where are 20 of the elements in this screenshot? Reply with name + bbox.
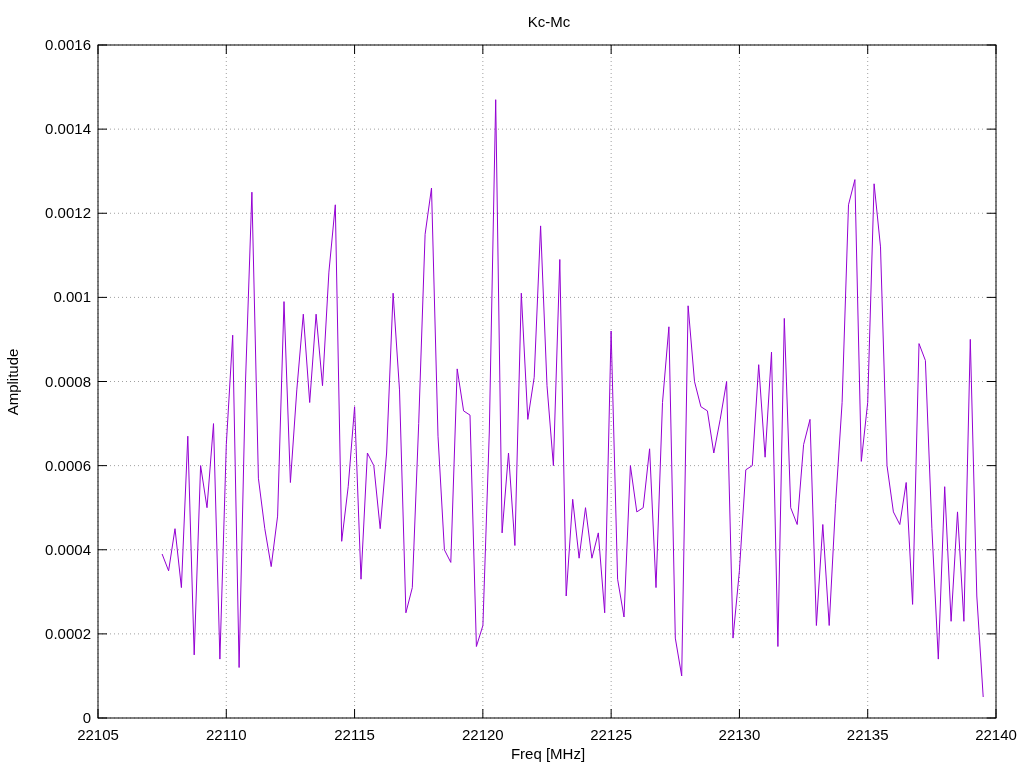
y-tick-label: 0.0012: [45, 204, 91, 222]
y-tick-label: 0.0008: [45, 372, 91, 390]
chart-title: Kc-Mc: [527, 13, 571, 30]
x-tick-label: 22120: [462, 726, 504, 743]
x-tick-label: 22125: [590, 726, 632, 743]
x-tick-label: 22135: [846, 726, 889, 743]
y-tick-label: 0.0016: [45, 36, 91, 53]
y-tick-label: 0: [82, 709, 91, 726]
x-tick-label: 22130: [718, 726, 761, 743]
y-axis-label: Amplitude: [4, 348, 21, 416]
y-tick-label: 0.0014: [45, 120, 91, 138]
x-tick-label: 22105: [77, 726, 119, 743]
x-tick-label: 22140: [975, 726, 1017, 743]
y-tick-label: 0.0002: [45, 624, 91, 642]
x-tick-label: 22110: [206, 726, 247, 743]
y-tick-label: 0.0006: [45, 456, 91, 474]
y-tick-label: 0.0004: [45, 540, 91, 558]
y-tick-label: 0.001: [53, 288, 91, 306]
x-tick-label: 22115: [334, 726, 375, 743]
x-axis-label: Freq [MHz]: [510, 745, 586, 762]
